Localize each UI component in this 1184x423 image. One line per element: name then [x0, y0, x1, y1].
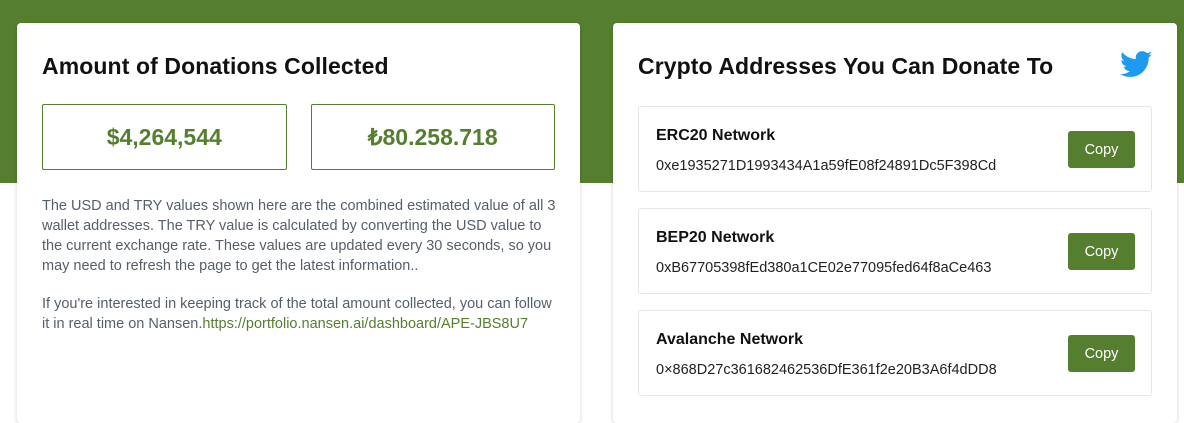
nansen-link[interactable]: https://portfolio.nansen.ai/dashboard/AP…	[202, 316, 528, 332]
amounts-row: $4,264,544 ₺80.258.718	[42, 104, 555, 170]
network-address: 0xB67705398fEd380a1CE02e77095fed64f8aCe4…	[656, 260, 992, 276]
donations-description: The USD and TRY values shown here are th…	[42, 198, 556, 274]
donations-description-block: The USD and TRY values shown here are th…	[42, 196, 557, 334]
copy-erc20-button[interactable]: Copy	[1068, 131, 1135, 168]
twitter-icon[interactable]	[1120, 51, 1153, 78]
network-address: 0×868D27c361682462536DfE361f2e20B3A6f4dD…	[656, 362, 997, 378]
network-list: ERC20 Network 0xe1935271D1993434A1a59fE0…	[638, 106, 1152, 396]
copy-avalanche-button[interactable]: Copy	[1068, 335, 1135, 372]
network-item-bep20: BEP20 Network 0xB67705398fEd380a1CE02e77…	[638, 208, 1152, 294]
network-address: 0xe1935271D1993434A1a59fE08f24891Dc5F398…	[656, 158, 997, 174]
try-amount: ₺80.258.718	[367, 123, 498, 150]
network-name: Avalanche Network	[656, 331, 804, 348]
crypto-card: Crypto Addresses You Can Donate To ERC20…	[613, 23, 1177, 423]
tracking-paragraph: If you're interested in keeping track of…	[42, 294, 557, 334]
network-name: ERC20 Network	[656, 127, 776, 144]
copy-bep20-button[interactable]: Copy	[1068, 233, 1135, 270]
donations-card: Amount of Donations Collected $4,264,544…	[17, 23, 580, 423]
try-amount-box: ₺80.258.718	[310, 104, 555, 170]
usd-amount: $4,264,544	[106, 123, 222, 150]
crypto-title: Crypto Addresses You Can Donate To	[638, 53, 1054, 79]
network-item-avalanche: Avalanche Network 0×868D27c361682462536D…	[638, 310, 1152, 396]
donations-title: Amount of Donations Collected	[42, 53, 389, 79]
usd-amount-box: $4,264,544	[42, 104, 287, 170]
network-item-erc20: ERC20 Network 0xe1935271D1993434A1a59fE0…	[638, 106, 1152, 192]
network-name: BEP20 Network	[656, 229, 775, 246]
